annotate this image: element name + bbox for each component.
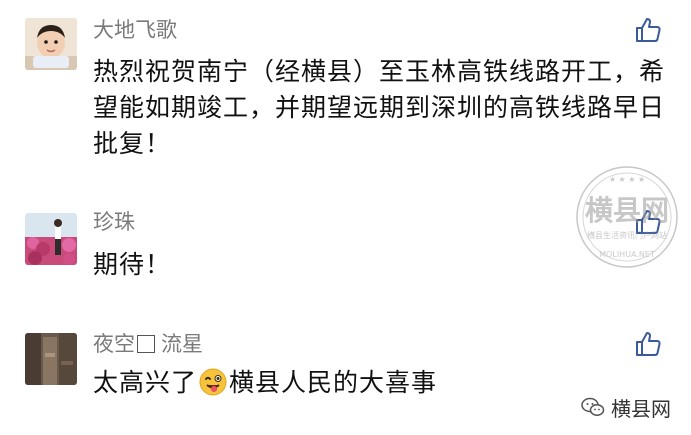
- thumbs-up-icon: [636, 332, 661, 356]
- avatar[interactable]: [25, 213, 77, 265]
- nickname-part-1: 夜空: [93, 332, 135, 356]
- account-brand: 横县网: [581, 393, 671, 421]
- comment-nickname[interactable]: 夜空 流星: [93, 330, 203, 358]
- wechat-icon: [581, 397, 605, 416]
- like-button[interactable]: [634, 16, 662, 44]
- nickname-part-2: 流星: [161, 332, 203, 356]
- comment-nickname[interactable]: 珍珠: [93, 208, 135, 236]
- thumbs-up-icon: [636, 210, 661, 234]
- flowers-avatar-image: [25, 213, 77, 265]
- like-button[interactable]: [634, 208, 662, 236]
- night-avatar-image: [25, 333, 77, 385]
- comment-text: 期待！: [93, 250, 172, 279]
- unrendered-char-box: [137, 335, 155, 353]
- comment-nickname[interactable]: 大地飞歌: [93, 16, 177, 44]
- comment-text-part-2: 横县人民的大喜事: [229, 368, 438, 397]
- brand-label: 横县网: [611, 396, 671, 421]
- avatar[interactable]: [25, 18, 77, 70]
- svg-text:★ ★ ★ ★: ★ ★ ★ ★: [609, 175, 645, 184]
- baby-avatar-image: [25, 18, 77, 70]
- thumbs-up-icon: [636, 18, 661, 42]
- comment-text: 热烈祝贺南宁（经横县）至玉林高铁线路开工，希望能如期竣工，并期望远期到深圳的高铁…: [93, 57, 666, 158]
- comment-text-part-1: 太高兴了: [93, 368, 198, 397]
- like-button[interactable]: [634, 330, 662, 358]
- winking-tongue-emoji-icon: [199, 368, 227, 406]
- avatar[interactable]: [25, 333, 77, 385]
